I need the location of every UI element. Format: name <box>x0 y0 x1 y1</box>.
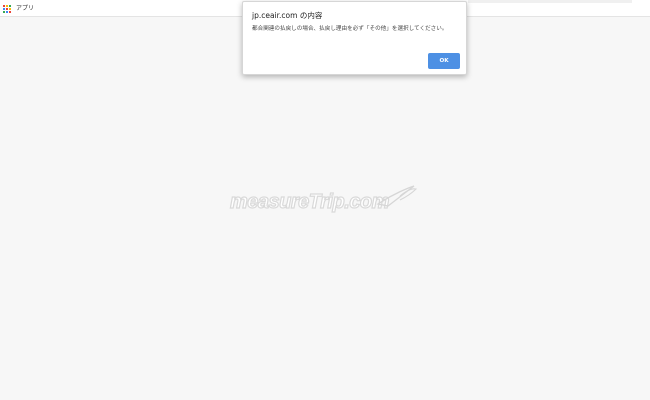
watermark-text: measureTrip.com <box>230 191 389 213</box>
browser-page: アプリ measureTrip.com jp.ceair.com の内容 都合関… <box>0 0 650 400</box>
apps-grid-dot <box>6 5 8 7</box>
apps-grid-dot <box>6 11 8 13</box>
apps-grid-dot <box>9 11 11 13</box>
apps-label: アプリ <box>16 5 35 12</box>
apps-grid-dot <box>9 5 11 7</box>
apps-grid-dot <box>3 11 5 13</box>
watermark-logo: measureTrip.com <box>229 185 418 214</box>
dialog-message: 都合関連の払戻しの場合、払戻し理由を必ず「その他」を選択してください。 <box>252 26 448 32</box>
bookmarks-bar-edge <box>468 0 632 3</box>
apps-grid-dot <box>3 5 5 7</box>
dialog-title: jp.ceair.com の内容 <box>252 11 323 20</box>
bookmark-apps[interactable]: アプリ <box>3 3 34 15</box>
apps-grid-dot <box>9 8 11 10</box>
apps-grid-icon <box>3 5 11 13</box>
alert-dialog: jp.ceair.com の内容 都合関連の払戻しの場合、払戻し理由を必ず「その… <box>242 1 467 75</box>
apps-grid-dot <box>3 8 5 10</box>
apps-grid-dot <box>6 8 8 10</box>
ok-button[interactable]: OK <box>428 53 460 69</box>
